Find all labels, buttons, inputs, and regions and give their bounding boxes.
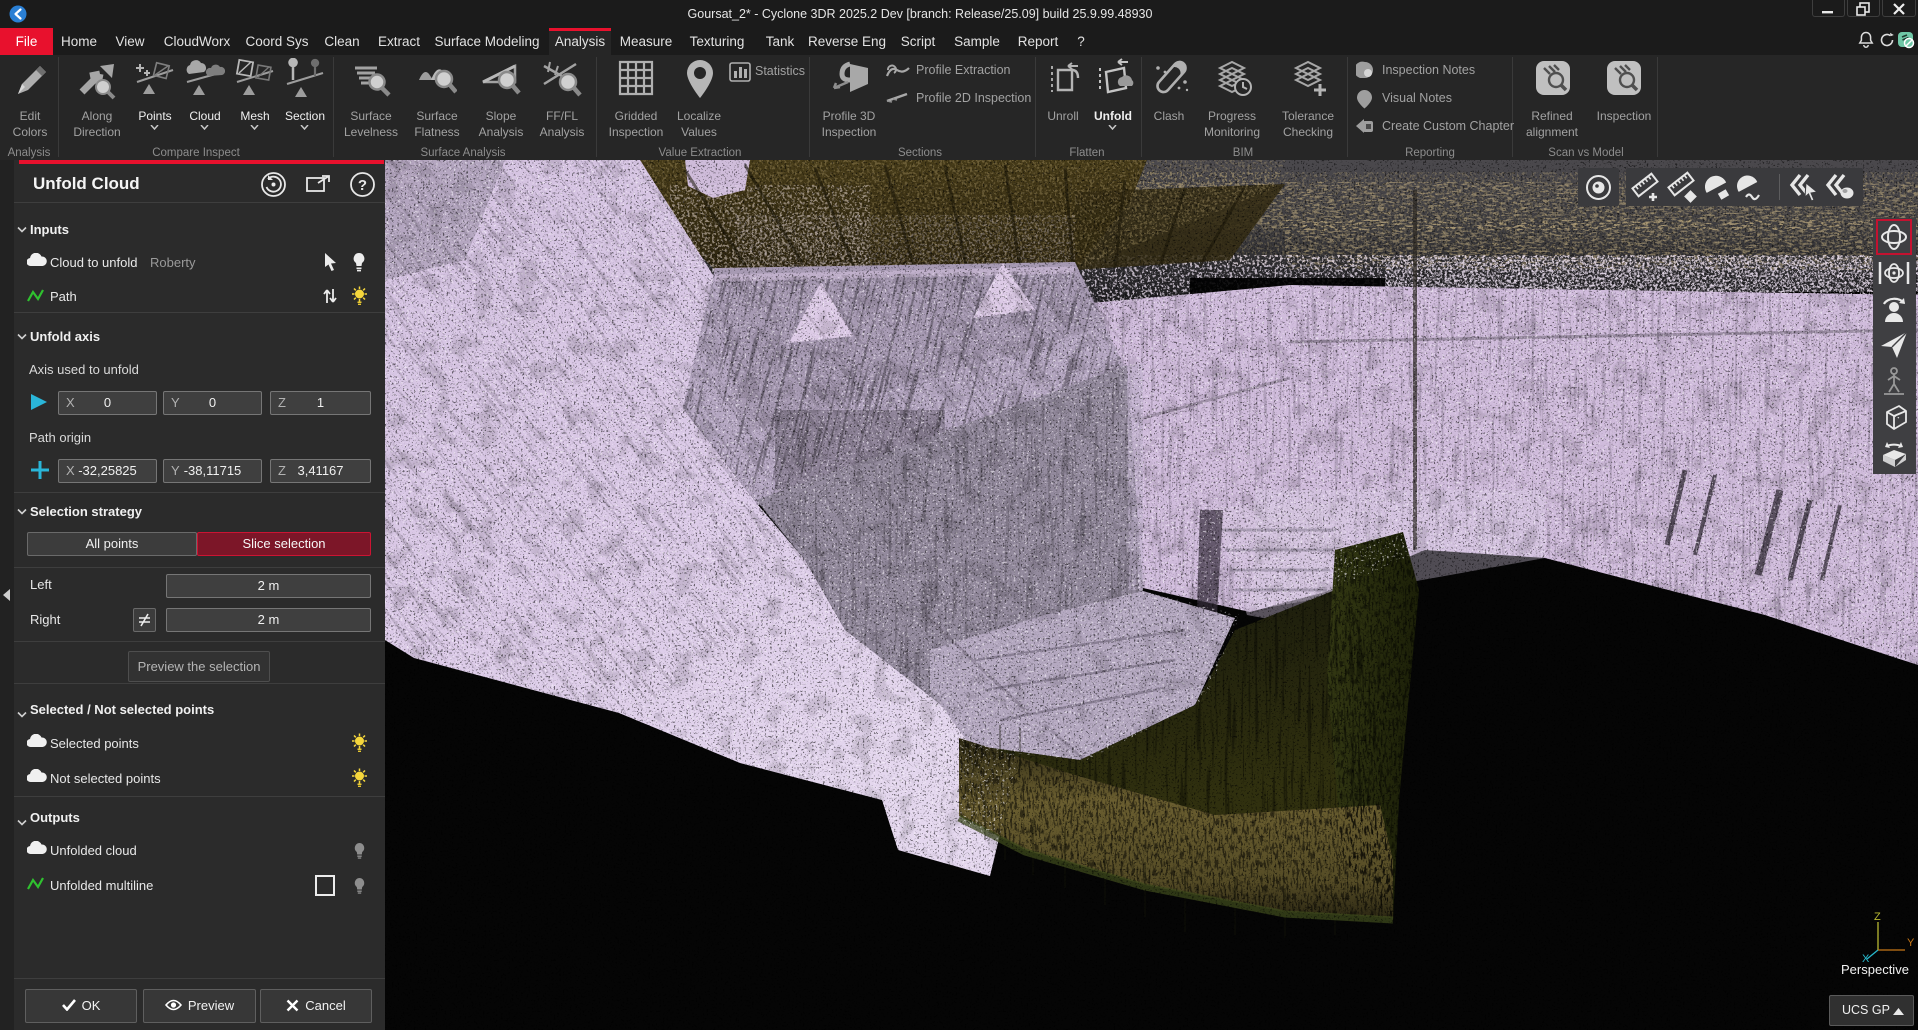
svg-text:?: ? xyxy=(358,177,367,194)
svg-text:Z: Z xyxy=(1874,912,1881,923)
svg-text:Y: Y xyxy=(1907,937,1914,949)
